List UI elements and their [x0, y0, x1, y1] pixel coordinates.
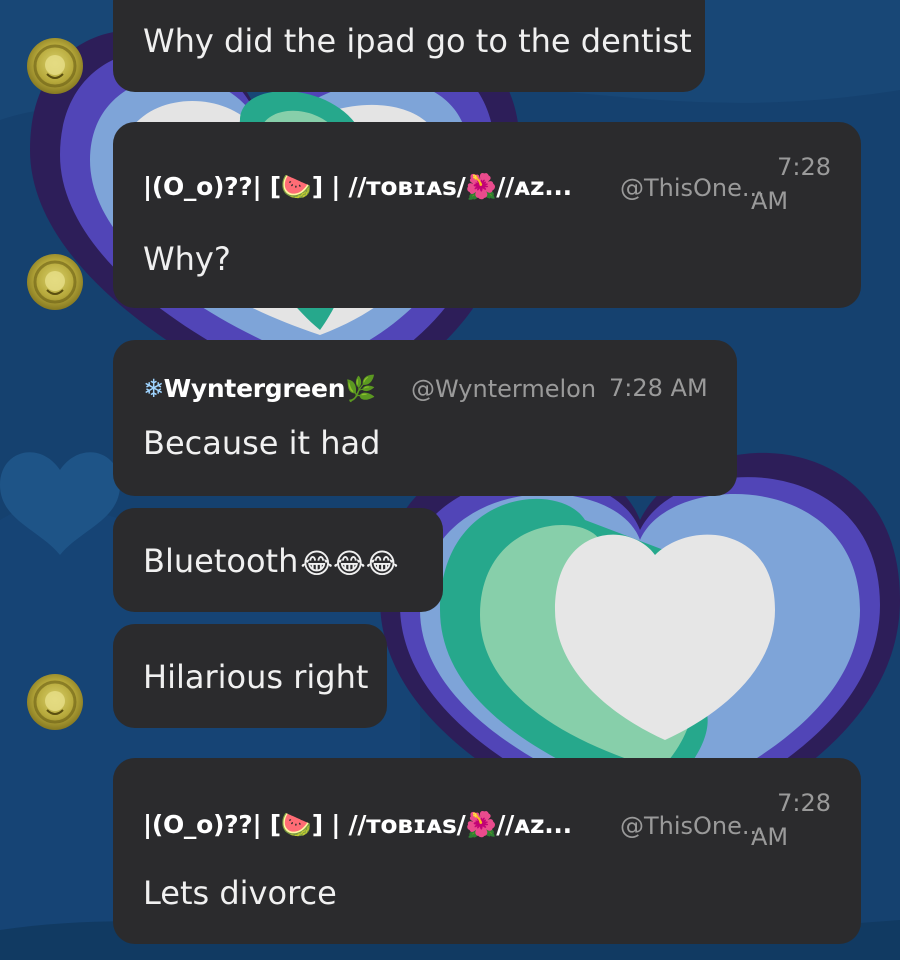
message-text: Bluetooth😂😂😂	[143, 542, 399, 580]
message-bubble[interactable]: Bluetooth😂😂😂	[113, 508, 443, 612]
timestamp: 7:28 AM	[751, 786, 831, 854]
author-name[interactable]: |(O_o)??| [🍉] | //ᴛᴏʙɪᴀs/🌺//ᴀᴢ...	[143, 810, 572, 840]
timestamp-ampm: AM	[751, 187, 789, 215]
message-text: Why?	[143, 240, 231, 278]
author-name[interactable]: |(O_o)??| [🍉] | //ᴛᴏʙɪᴀs/🌺//ᴀᴢ...	[143, 172, 572, 202]
lion-avatar-icon[interactable]	[27, 254, 83, 310]
message-bubble[interactable]: |(O_o)??| [🍉] | //ᴛᴏʙɪᴀs/🌺//ᴀᴢ... @ThisO…	[113, 758, 861, 944]
message-bubble[interactable]: Hilarious right	[113, 624, 387, 728]
timestamp-hour: 7:28	[777, 789, 831, 817]
laughing-crying-emoji-icon: 😂😂😂	[300, 546, 399, 580]
message-text: Hilarious right	[143, 658, 369, 696]
author-name-text: Wyntergreen	[163, 374, 346, 403]
message-bubble[interactable]: |(O_o)??| [🍉] | //ᴛᴏʙɪᴀs/🌺//ᴀᴢ... @ThisO…	[113, 122, 861, 308]
message-text: Because it had	[143, 424, 381, 462]
message-text: Lets divorce	[143, 874, 337, 912]
message-bubble[interactable]: Why did the ipad go to the dentist	[113, 0, 705, 92]
timestamp: 7:28 AM	[609, 374, 708, 402]
author-name[interactable]: ❄Wyntergreen🌿	[143, 374, 376, 404]
lion-avatar-icon[interactable]	[27, 38, 83, 94]
lion-avatar-icon[interactable]	[27, 674, 83, 730]
timestamp-ampm: AM	[751, 823, 789, 851]
author-handle: @ThisOne...	[620, 174, 765, 202]
snowflake-icon: ❄	[143, 374, 164, 403]
message-bubble[interactable]: ❄Wyntergreen🌿 @Wyntermelon 7:28 AM Becau…	[113, 340, 737, 496]
message-text-words: Bluetooth	[143, 542, 299, 580]
author-handle: @ThisOne...	[620, 812, 765, 840]
message-text: Why did the ipad go to the dentist	[143, 22, 692, 60]
herb-icon: 🌿	[345, 374, 377, 403]
author-handle: @Wyntermelon	[411, 375, 597, 403]
timestamp-hour: 7:28	[777, 153, 831, 181]
timestamp: 7:28 AM	[751, 150, 831, 218]
